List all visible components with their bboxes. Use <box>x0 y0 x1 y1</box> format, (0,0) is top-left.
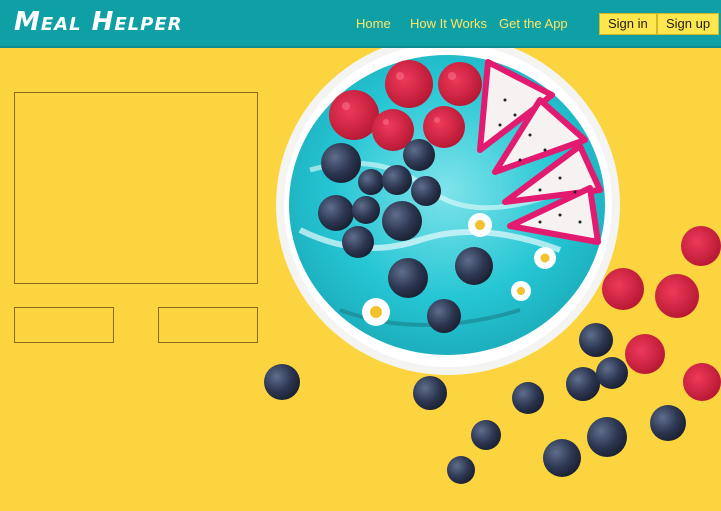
content-placeholder-panel <box>14 92 258 284</box>
nav-link-home[interactable]: Home <box>356 16 391 31</box>
brand-logo[interactable]: Meal Helper <box>14 7 183 37</box>
nav-link-get-the-app[interactable]: Get the App <box>499 16 568 31</box>
navbar: Meal Helper Home How It Works Get the Ap… <box>0 0 721 48</box>
sign-up-button[interactable]: Sign up <box>657 13 720 35</box>
nav-link-how-it-works[interactable]: How It Works <box>410 16 487 31</box>
right-placeholder-button[interactable] <box>158 307 258 343</box>
sign-in-button[interactable]: Sign in <box>599 13 657 35</box>
left-placeholder-button[interactable] <box>14 307 114 343</box>
